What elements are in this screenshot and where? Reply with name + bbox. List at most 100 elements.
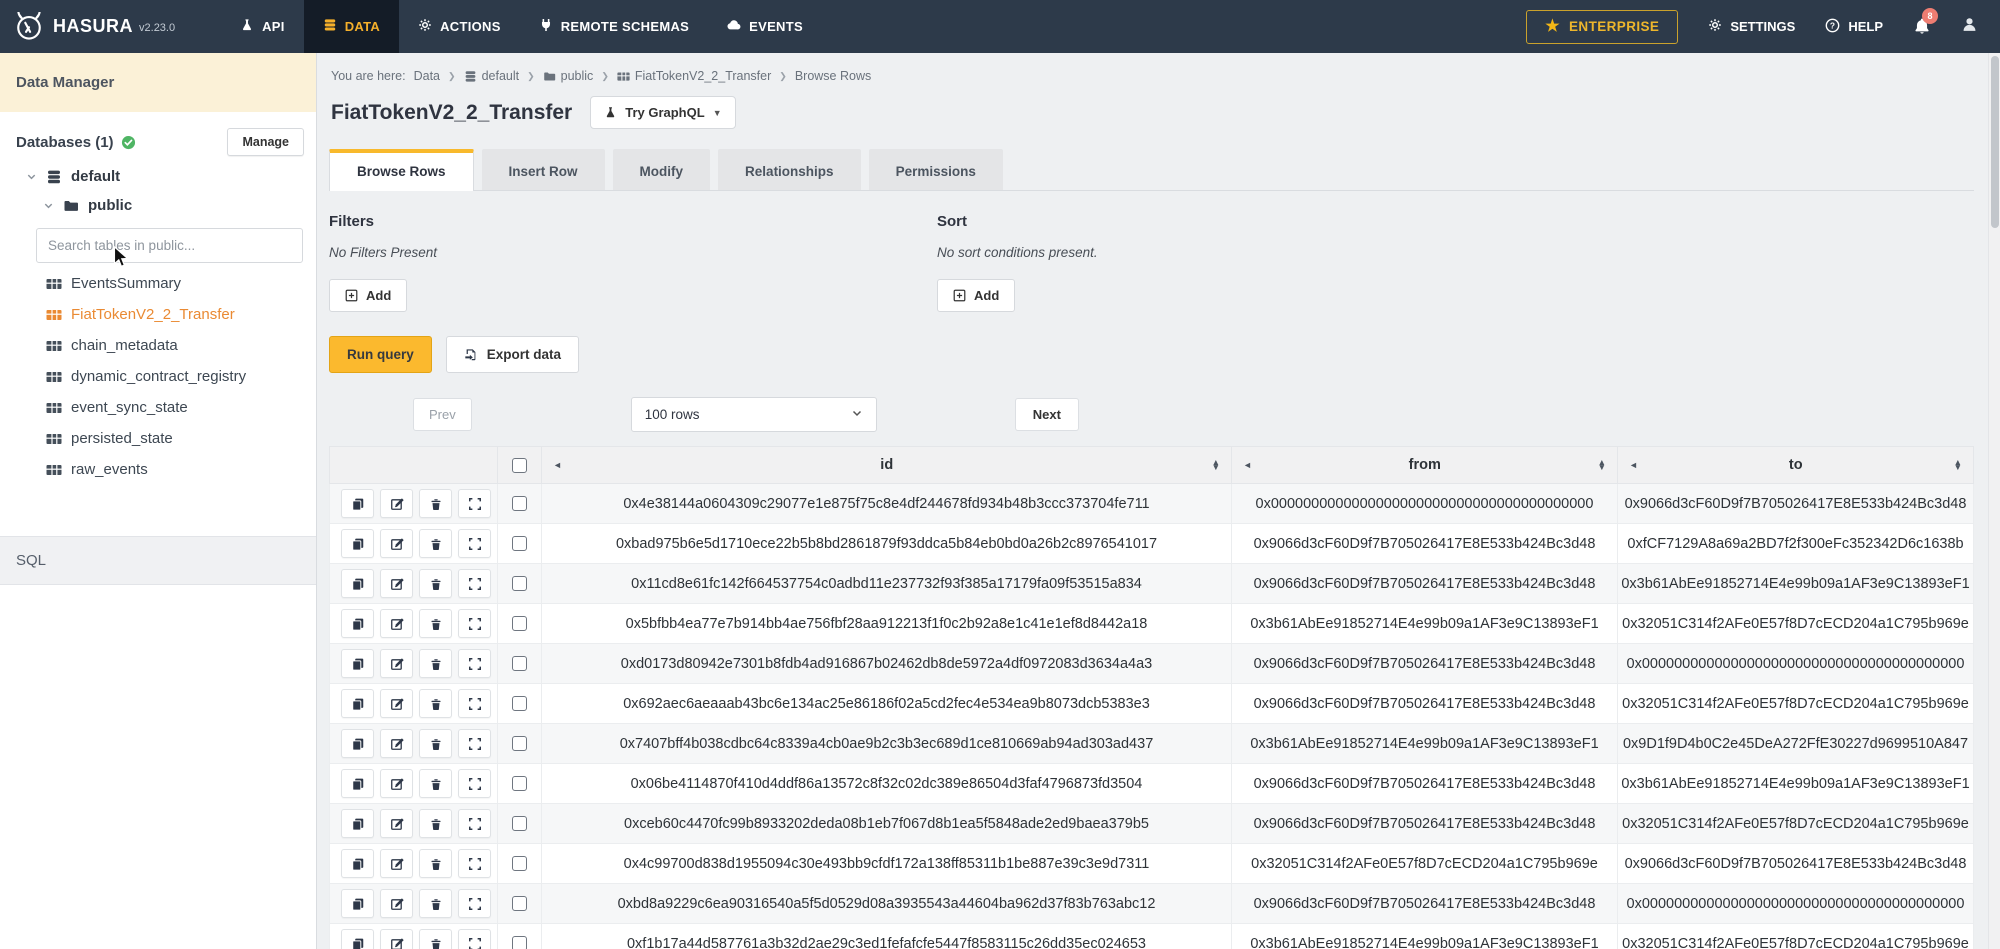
next-page-button[interactable]: Next — [1015, 398, 1079, 431]
collapse-column-icon[interactable]: ◄ — [1629, 460, 1638, 470]
nav-item-remote-schemas[interactable]: REMOTE SCHEMAS — [520, 0, 708, 53]
edit-row-button[interactable] — [380, 569, 413, 598]
expand-row-button[interactable] — [458, 889, 491, 918]
clone-row-button[interactable] — [341, 889, 374, 918]
expand-row-button[interactable] — [458, 609, 491, 638]
clone-row-button[interactable] — [341, 929, 374, 949]
row-checkbox[interactable] — [512, 936, 527, 949]
tab[interactable]: Permissions — [869, 149, 1003, 190]
prev-page-button[interactable]: Prev — [413, 398, 472, 431]
clone-row-button[interactable] — [341, 849, 374, 878]
sidebar-table-item[interactable]: chain_metadata — [46, 337, 304, 354]
sidebar-table-item[interactable]: EventsSummary — [46, 275, 304, 292]
user-menu-button[interactable] — [1961, 16, 1978, 38]
breadcrumb-table[interactable]: FiatTokenV2_2_Transfer — [617, 69, 771, 83]
sort-icon[interactable]: ▲▼ — [1598, 460, 1606, 471]
row-checkbox[interactable] — [512, 896, 527, 911]
sidebar-table-item[interactable]: event_sync_state — [46, 399, 304, 416]
edit-row-button[interactable] — [380, 649, 413, 678]
row-checkbox[interactable] — [512, 616, 527, 631]
edit-row-button[interactable] — [380, 809, 413, 838]
delete-row-button[interactable] — [419, 729, 452, 758]
row-checkbox[interactable] — [512, 656, 527, 671]
sidebar-table-item[interactable]: dynamic_contract_registry — [46, 368, 304, 385]
delete-row-button[interactable] — [419, 889, 452, 918]
row-checkbox[interactable] — [512, 856, 527, 871]
add-sort-button[interactable]: Add — [937, 279, 1015, 312]
edit-row-button[interactable] — [380, 729, 413, 758]
edit-row-button[interactable] — [380, 929, 413, 949]
breadcrumb-browse-rows[interactable]: Browse Rows — [795, 69, 871, 83]
column-header-to[interactable]: ◄ to ▲▼ — [1618, 447, 1974, 484]
sidebar-table-item[interactable]: persisted_state — [46, 430, 304, 447]
chevron-down-icon[interactable] — [43, 200, 54, 211]
edit-row-button[interactable] — [380, 529, 413, 558]
nav-item-events[interactable]: EVENTS — [708, 0, 822, 53]
row-checkbox[interactable] — [512, 536, 527, 551]
sort-icon[interactable]: ▲▼ — [1212, 460, 1220, 471]
collapse-column-icon[interactable]: ◄ — [553, 460, 562, 470]
settings-button[interactable]: SETTINGS — [1708, 18, 1795, 35]
delete-row-button[interactable] — [419, 849, 452, 878]
clone-row-button[interactable] — [341, 689, 374, 718]
hasura-logo[interactable] — [14, 12, 44, 42]
clone-row-button[interactable] — [341, 729, 374, 758]
tree-node-schema[interactable]: public — [43, 197, 304, 214]
clone-row-button[interactable] — [341, 489, 374, 518]
delete-row-button[interactable] — [419, 489, 452, 518]
edit-row-button[interactable] — [380, 769, 413, 798]
delete-row-button[interactable] — [419, 529, 452, 558]
edit-row-button[interactable] — [380, 689, 413, 718]
expand-row-button[interactable] — [458, 729, 491, 758]
expand-row-button[interactable] — [458, 569, 491, 598]
sidebar-table-item[interactable]: raw_events — [46, 461, 304, 478]
export-data-button[interactable]: Export data — [446, 336, 579, 373]
collapse-column-icon[interactable]: ◄ — [1243, 460, 1252, 470]
row-checkbox[interactable] — [512, 496, 527, 511]
edit-row-button[interactable] — [380, 609, 413, 638]
nav-item-api[interactable]: API — [221, 0, 304, 53]
clone-row-button[interactable] — [341, 569, 374, 598]
row-checkbox[interactable] — [512, 776, 527, 791]
delete-row-button[interactable] — [419, 809, 452, 838]
tab[interactable]: Modify — [613, 149, 711, 190]
help-button[interactable]: ? HELP — [1825, 18, 1883, 36]
sort-icon[interactable]: ▲▼ — [1954, 460, 1962, 471]
row-checkbox[interactable] — [512, 696, 527, 711]
delete-row-button[interactable] — [419, 649, 452, 678]
nav-item-data[interactable]: DATA — [304, 0, 399, 53]
column-header-from[interactable]: ◄ from ▲▼ — [1232, 447, 1618, 484]
expand-row-button[interactable] — [458, 809, 491, 838]
clone-row-button[interactable] — [341, 809, 374, 838]
clone-row-button[interactable] — [341, 529, 374, 558]
notifications-button[interactable]: 8 — [1913, 17, 1931, 40]
clone-row-button[interactable] — [341, 769, 374, 798]
rows-per-page-select[interactable]: 100 rows — [631, 397, 877, 432]
row-checkbox[interactable] — [512, 736, 527, 751]
add-filter-button[interactable]: Add — [329, 279, 407, 312]
expand-row-button[interactable] — [458, 529, 491, 558]
clone-row-button[interactable] — [341, 649, 374, 678]
edit-row-button[interactable] — [380, 849, 413, 878]
chevron-down-icon[interactable] — [26, 171, 37, 182]
expand-row-button[interactable] — [458, 929, 491, 949]
tab[interactable]: Relationships — [718, 149, 861, 190]
tab[interactable]: Browse Rows — [329, 149, 474, 191]
expand-row-button[interactable] — [458, 649, 491, 678]
clone-row-button[interactable] — [341, 609, 374, 638]
manage-button[interactable]: Manage — [227, 128, 304, 156]
sidebar-table-item[interactable]: FiatTokenV2_2_Transfer — [46, 306, 304, 323]
breadcrumb-database[interactable]: default — [464, 69, 520, 83]
tab[interactable]: Insert Row — [482, 149, 605, 190]
tree-node-database[interactable]: default — [26, 168, 304, 185]
column-header-id[interactable]: ◄ id ▲▼ — [542, 447, 1232, 484]
delete-row-button[interactable] — [419, 609, 452, 638]
expand-row-button[interactable] — [458, 769, 491, 798]
scrollbar-thumb[interactable] — [1991, 56, 1999, 228]
sidebar-item-sql[interactable]: SQL — [0, 537, 316, 585]
expand-row-button[interactable] — [458, 689, 491, 718]
delete-row-button[interactable] — [419, 769, 452, 798]
expand-row-button[interactable] — [458, 489, 491, 518]
delete-row-button[interactable] — [419, 689, 452, 718]
expand-row-button[interactable] — [458, 849, 491, 878]
